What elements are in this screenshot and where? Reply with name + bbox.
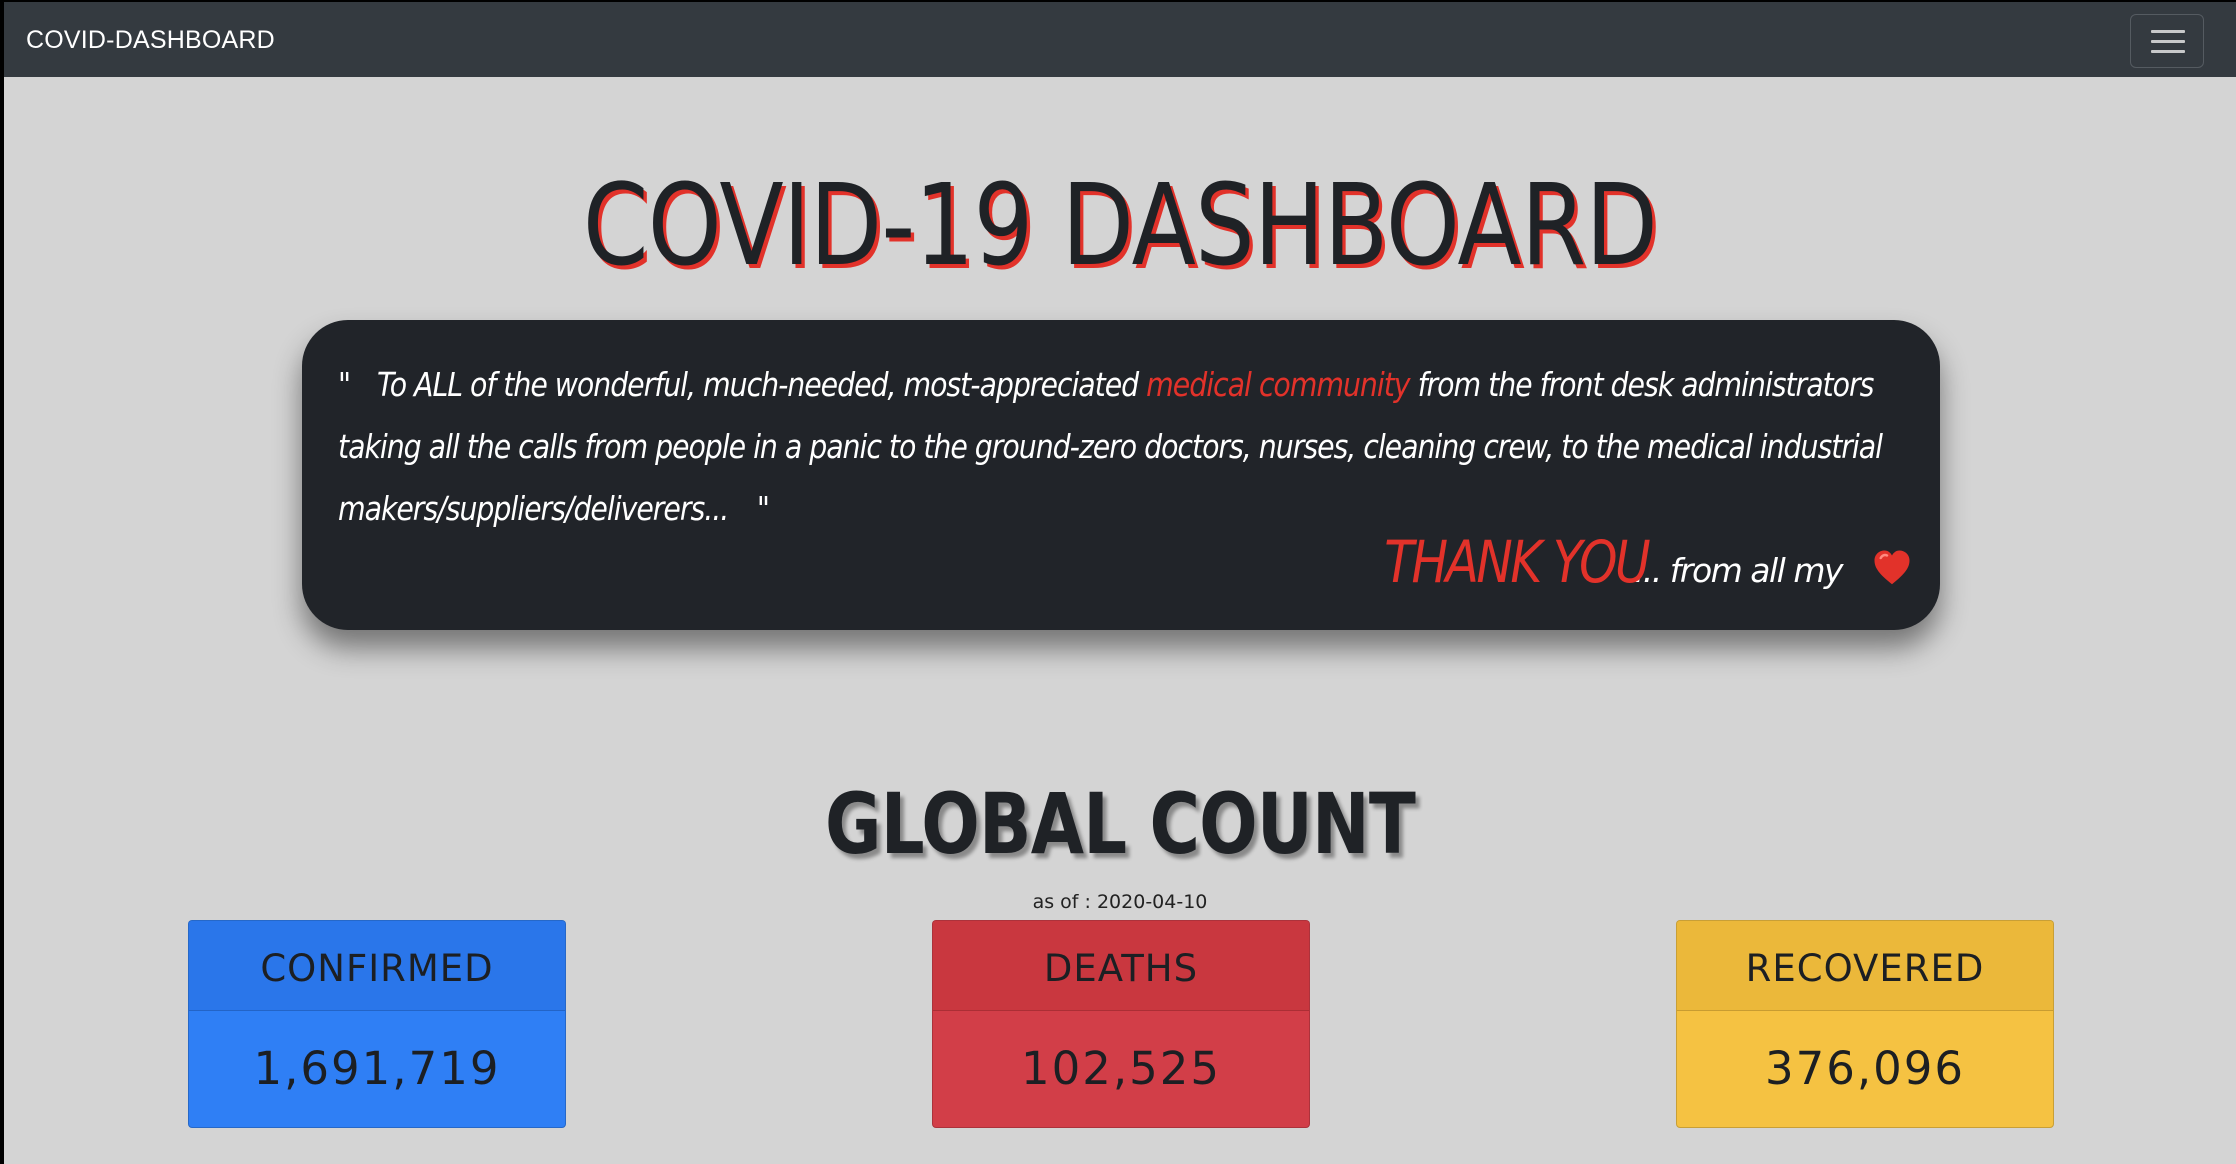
thanks-line: THANK YOU ... from all my	[1334, 528, 1912, 596]
tribute-text-part1: To ALL of the wonderful, much-needed, mo…	[376, 365, 1139, 404]
confirmed-label: CONFIRMED	[189, 921, 565, 1011]
recovered-card: RECOVERED 376,096	[1676, 920, 2054, 1128]
as-of-date: as of : 2020-04-10	[1032, 891, 1208, 913]
thank-you-text: THANK YOU	[1383, 528, 1650, 596]
page-title: COVID-19 DASHBOARD	[582, 161, 1658, 291]
close-quote-mark: "	[756, 489, 770, 528]
navbar: COVID-DASHBOARD	[4, 2, 2236, 77]
page: COVID-DASHBOARD COVID-19 DASHBOARD " To …	[4, 2, 2236, 1164]
deaths-card: DEATHS 102,525	[932, 920, 1310, 1128]
tribute-card: " To ALL of the wonderful, much-needed, …	[302, 320, 1940, 630]
tribute-text: " To ALL of the wonderful, much-needed, …	[338, 354, 1903, 540]
recovered-value: 376,096	[1764, 1041, 1966, 1095]
thanks-suffix: ... from all my	[1633, 551, 1844, 590]
tribute-highlight: medical community	[1146, 365, 1410, 404]
deaths-value: 102,525	[1020, 1041, 1222, 1095]
confirmed-value: 1,691,719	[253, 1041, 501, 1095]
heart-icon	[1872, 548, 1912, 588]
hamburger-line	[2151, 40, 2185, 43]
brand-link[interactable]: COVID-DASHBOARD	[26, 26, 275, 55]
recovered-label: RECOVERED	[1677, 921, 2053, 1011]
navbar-toggler-button[interactable]	[2130, 14, 2204, 68]
hamburger-menu-icon	[2151, 30, 2185, 33]
open-quote-mark: "	[338, 365, 351, 404]
deaths-label: DEATHS	[933, 921, 1309, 1011]
hamburger-line	[2151, 50, 2185, 53]
confirmed-card: CONFIRMED 1,691,719	[188, 920, 566, 1128]
global-count-title: GLOBAL COUNT	[824, 775, 1416, 873]
